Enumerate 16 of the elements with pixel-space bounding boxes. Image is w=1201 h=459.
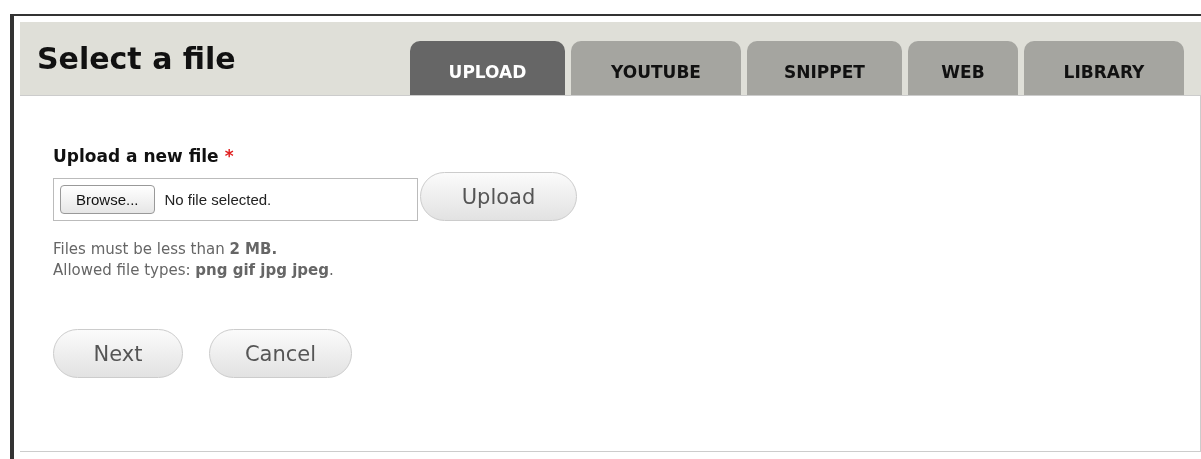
file-input-field[interactable]: Browse... No file selected. (53, 178, 418, 221)
tab[interactable]: WEB (908, 41, 1018, 95)
required-mark: * (224, 146, 234, 166)
next-button[interactable]: Next (53, 329, 183, 378)
help-text: Allowed file types: png gif jpg jpeg. (53, 260, 335, 281)
browse-button[interactable]: Browse... (60, 185, 155, 214)
cancel-button[interactable]: Cancel (209, 329, 352, 378)
field-label: Upload a new file (53, 146, 219, 166)
help-text: Files must be less than 2 MB. (53, 239, 279, 260)
tab[interactable]: LIBRARY (1024, 41, 1184, 95)
dialog-title: Select a file (37, 41, 236, 76)
tab[interactable]: SNIPPET (747, 41, 902, 95)
tab[interactable]: UPLOAD (410, 41, 565, 95)
file-status: No file selected. (164, 191, 272, 208)
tab[interactable]: YOUTUBE (571, 41, 741, 95)
upload-button[interactable]: Upload (420, 172, 577, 221)
